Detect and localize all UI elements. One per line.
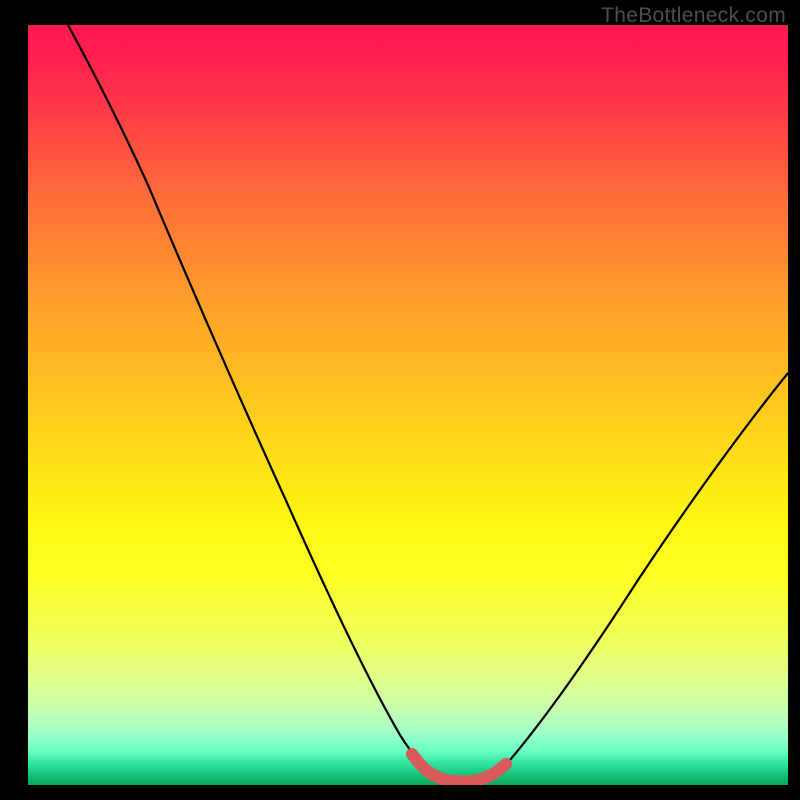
optimal-zone-highlight bbox=[412, 754, 506, 782]
bottleneck-curve-svg bbox=[28, 25, 788, 785]
bottleneck-curve bbox=[68, 25, 788, 782]
optimal-zone-dot-icon bbox=[406, 748, 418, 760]
plot-area bbox=[28, 25, 788, 785]
chart-frame: TheBottleneck.com bbox=[0, 0, 800, 800]
watermark-text: TheBottleneck.com bbox=[601, 4, 786, 28]
